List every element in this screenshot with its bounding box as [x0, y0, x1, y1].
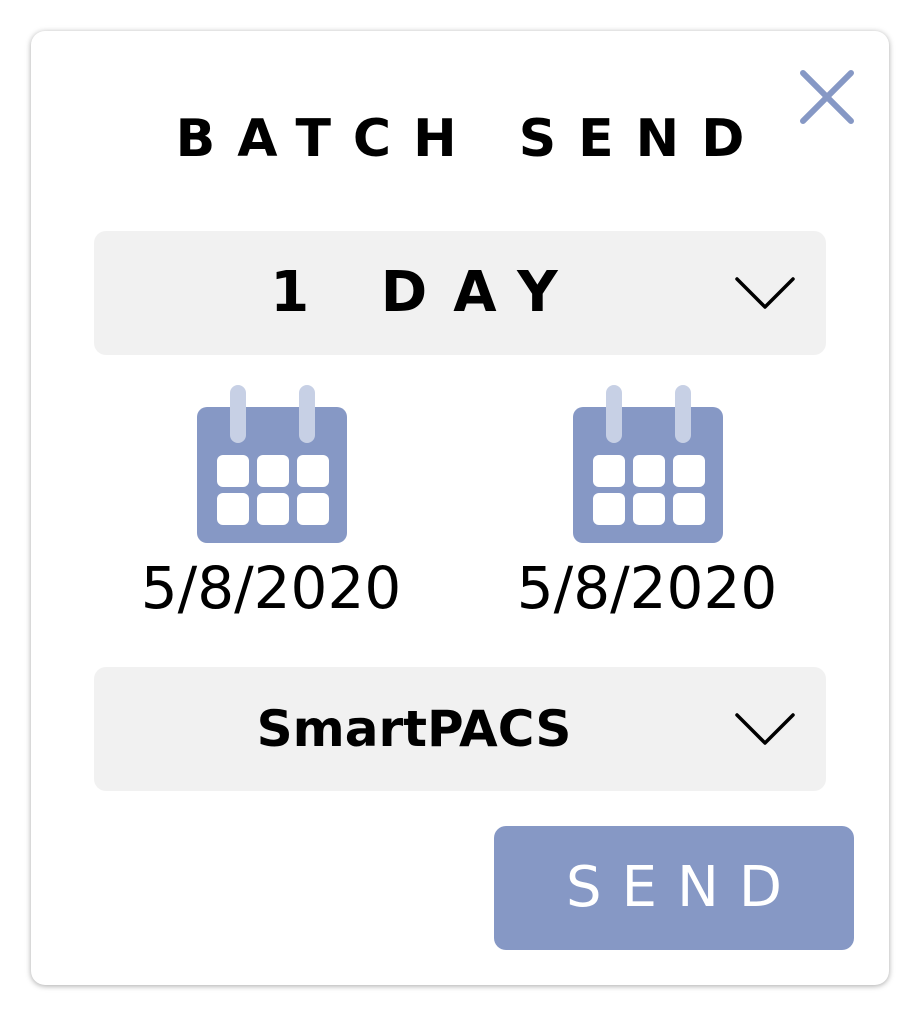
dialog-title: BATCH SEND	[175, 109, 767, 169]
close-icon	[800, 70, 854, 124]
batch-send-dialog: BATCH SEND 1 DAY 5/8/2020 5/8/2020 Smart…	[31, 31, 889, 985]
start-date-value: 5/8/2020	[140, 554, 402, 622]
calendar-icon	[573, 385, 723, 543]
calendar-icon	[197, 385, 347, 543]
end-date-picker[interactable]: 5/8/2020	[477, 385, 817, 625]
chevron-down-icon	[735, 277, 795, 309]
range-select-value: 1 DAY	[270, 260, 584, 325]
end-date-value: 5/8/2020	[516, 554, 778, 622]
destination-select[interactable]: SmartPACS	[94, 667, 826, 791]
chevron-down-icon	[735, 713, 795, 745]
close-button[interactable]	[795, 65, 859, 129]
destination-select-value: SmartPACS	[256, 700, 572, 758]
send-button[interactable]: SEND	[494, 826, 854, 950]
start-date-picker[interactable]: 5/8/2020	[101, 385, 441, 625]
range-select[interactable]: 1 DAY	[94, 231, 826, 355]
